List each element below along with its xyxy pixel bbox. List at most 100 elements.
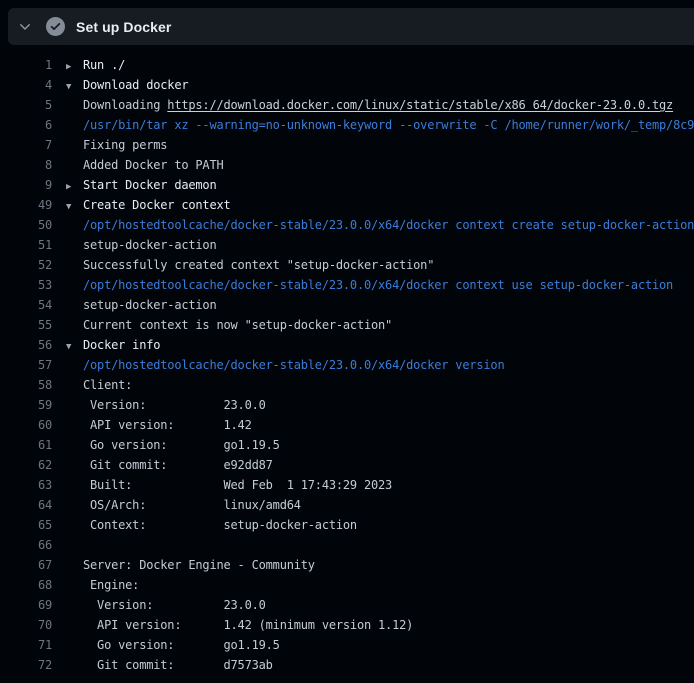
log-text: API version: 1.42 (minimum version 1.12) bbox=[83, 615, 694, 635]
line-number[interactable]: 69 bbox=[0, 595, 52, 615]
line-number[interactable]: 1 bbox=[0, 55, 52, 75]
log-text: Added Docker to PATH bbox=[83, 155, 694, 175]
log-line: 8 Added Docker to PATH bbox=[0, 155, 694, 175]
line-number[interactable]: 59 bbox=[0, 395, 52, 415]
group-expand-icon[interactable]: ▶ bbox=[66, 182, 71, 192]
line-number[interactable]: 51 bbox=[0, 235, 52, 255]
line-number[interactable]: 58 bbox=[0, 375, 52, 395]
log-text: Engine: bbox=[83, 575, 694, 595]
gutter bbox=[52, 475, 83, 495]
line-number[interactable]: 52 bbox=[0, 255, 52, 275]
line-number[interactable]: 71 bbox=[0, 635, 52, 655]
line-number[interactable]: 60 bbox=[0, 415, 52, 435]
log-line: 68 Engine: bbox=[0, 575, 694, 595]
log-text: Current context is now "setup-docker-act… bbox=[83, 315, 694, 335]
gutter bbox=[52, 615, 83, 635]
line-number[interactable]: 4 bbox=[0, 75, 52, 95]
gutter bbox=[52, 155, 83, 175]
group-expand-icon[interactable]: ▶ bbox=[66, 62, 71, 72]
log-text: Downloading bbox=[83, 98, 167, 112]
log-text: Built: Wed Feb 1 17:43:29 2023 bbox=[83, 475, 694, 495]
line-number[interactable]: 6 bbox=[0, 115, 52, 135]
line-number[interactable]: 65 bbox=[0, 515, 52, 535]
log-line: 67 Server: Docker Engine - Community bbox=[0, 555, 694, 575]
line-number[interactable]: 49 bbox=[0, 195, 52, 215]
log-line: 52 Successfully created context "setup-do… bbox=[0, 255, 694, 275]
line-number[interactable]: 68 bbox=[0, 575, 52, 595]
group-title[interactable]: Download docker bbox=[83, 75, 694, 95]
log-text: setup-docker-action bbox=[83, 295, 694, 315]
gutter bbox=[52, 435, 83, 455]
log-text: Server: Docker Engine - Community bbox=[83, 555, 694, 575]
line-number[interactable]: 53 bbox=[0, 275, 52, 295]
log-line: 70 API version: 1.42 (minimum version 1.… bbox=[0, 615, 694, 635]
line-number[interactable]: 63 bbox=[0, 475, 52, 495]
log-line: 53/opt/hostedtoolcache/docker-stable/23.… bbox=[0, 275, 694, 295]
line-number[interactable]: 50 bbox=[0, 215, 52, 235]
line-number[interactable]: 61 bbox=[0, 435, 52, 455]
line-number[interactable]: 56 bbox=[0, 335, 52, 355]
group-collapse-icon[interactable]: ▼ bbox=[66, 82, 71, 92]
workflow-log-panel: Set up Docker 1 ▶ Run ./ 4 ▼ Download docker 5… bbox=[0, 0, 694, 683]
log-text: Version: 23.0.0 bbox=[83, 395, 694, 415]
gutter bbox=[52, 355, 83, 375]
line-number[interactable]: 70 bbox=[0, 615, 52, 635]
line-number[interactable]: 67 bbox=[0, 555, 52, 575]
log-command-text: /opt/hostedtoolcache/docker-stable/23.0.… bbox=[83, 355, 694, 375]
line-number[interactable]: 9 bbox=[0, 175, 52, 195]
line-number[interactable]: 57 bbox=[0, 355, 52, 375]
log-line: 56 ▼ Docker info bbox=[0, 335, 694, 355]
check-circle-icon bbox=[46, 17, 65, 36]
gutter bbox=[52, 555, 83, 575]
gutter bbox=[52, 315, 83, 335]
log-text bbox=[83, 535, 694, 555]
gutter bbox=[52, 95, 83, 115]
line-number[interactable]: 7 bbox=[0, 135, 52, 155]
line-number[interactable]: 54 bbox=[0, 295, 52, 315]
line-number[interactable]: 8 bbox=[0, 155, 52, 175]
line-number[interactable]: 62 bbox=[0, 455, 52, 475]
gutter: ▼ bbox=[52, 195, 83, 215]
log-text: Successfully created context "setup-dock… bbox=[83, 255, 694, 275]
log-text: API version: 1.42 bbox=[83, 415, 694, 435]
gutter bbox=[52, 275, 83, 295]
log-text: OS/Arch: linux/amd64 bbox=[83, 495, 694, 515]
gutter: ▼ bbox=[52, 335, 83, 355]
log-text: Git commit: e92dd87 bbox=[83, 455, 694, 475]
chevron-down-icon[interactable] bbox=[17, 19, 33, 35]
line-number[interactable]: 64 bbox=[0, 495, 52, 515]
line-number[interactable]: 72 bbox=[0, 655, 52, 675]
group-title[interactable]: Start Docker daemon bbox=[83, 175, 694, 195]
log-line: 71 Go version: go1.19.5 bbox=[0, 635, 694, 655]
log-line: 49 ▼ Create Docker context bbox=[0, 195, 694, 215]
line-number[interactable]: 5 bbox=[0, 95, 52, 115]
group-title[interactable]: Docker info bbox=[83, 335, 694, 355]
log-text: Fixing perms bbox=[83, 135, 694, 155]
log-line: 62 Git commit: e92dd87 bbox=[0, 455, 694, 475]
gutter bbox=[52, 495, 83, 515]
line-number[interactable]: 66 bbox=[0, 535, 52, 555]
group-title[interactable]: Create Docker context bbox=[83, 195, 694, 215]
group-title[interactable]: Run ./ bbox=[83, 55, 694, 75]
log-line: 7 Fixing perms bbox=[0, 135, 694, 155]
log-line: 9 ▶ Start Docker daemon bbox=[0, 175, 694, 195]
log-text: Go version: go1.19.5 bbox=[83, 435, 694, 455]
log-line: 57/opt/hostedtoolcache/docker-stable/23.… bbox=[0, 355, 694, 375]
group-collapse-icon[interactable]: ▼ bbox=[66, 342, 71, 352]
log-area[interactable]: 1 ▶ Run ./ 4 ▼ Download docker 5 Downloading ht… bbox=[0, 53, 694, 683]
step-title: Set up Docker bbox=[76, 19, 171, 35]
log-line: 51setup-docker-action bbox=[0, 235, 694, 255]
log-line: 54 setup-docker-action bbox=[0, 295, 694, 315]
log-line: 59 Version: 23.0.0 bbox=[0, 395, 694, 415]
gutter bbox=[52, 635, 83, 655]
gutter bbox=[52, 215, 83, 235]
log-line: 65 Context: setup-docker-action bbox=[0, 515, 694, 535]
log-link[interactable]: https://download.docker.com/linux/static… bbox=[167, 98, 673, 112]
gutter bbox=[52, 415, 83, 435]
group-collapse-icon[interactable]: ▼ bbox=[66, 202, 71, 212]
gutter bbox=[52, 115, 83, 135]
step-header[interactable]: Set up Docker bbox=[8, 8, 694, 45]
line-number[interactable]: 55 bbox=[0, 315, 52, 335]
log-line: 4 ▼ Download docker bbox=[0, 75, 694, 95]
gutter bbox=[52, 255, 83, 275]
